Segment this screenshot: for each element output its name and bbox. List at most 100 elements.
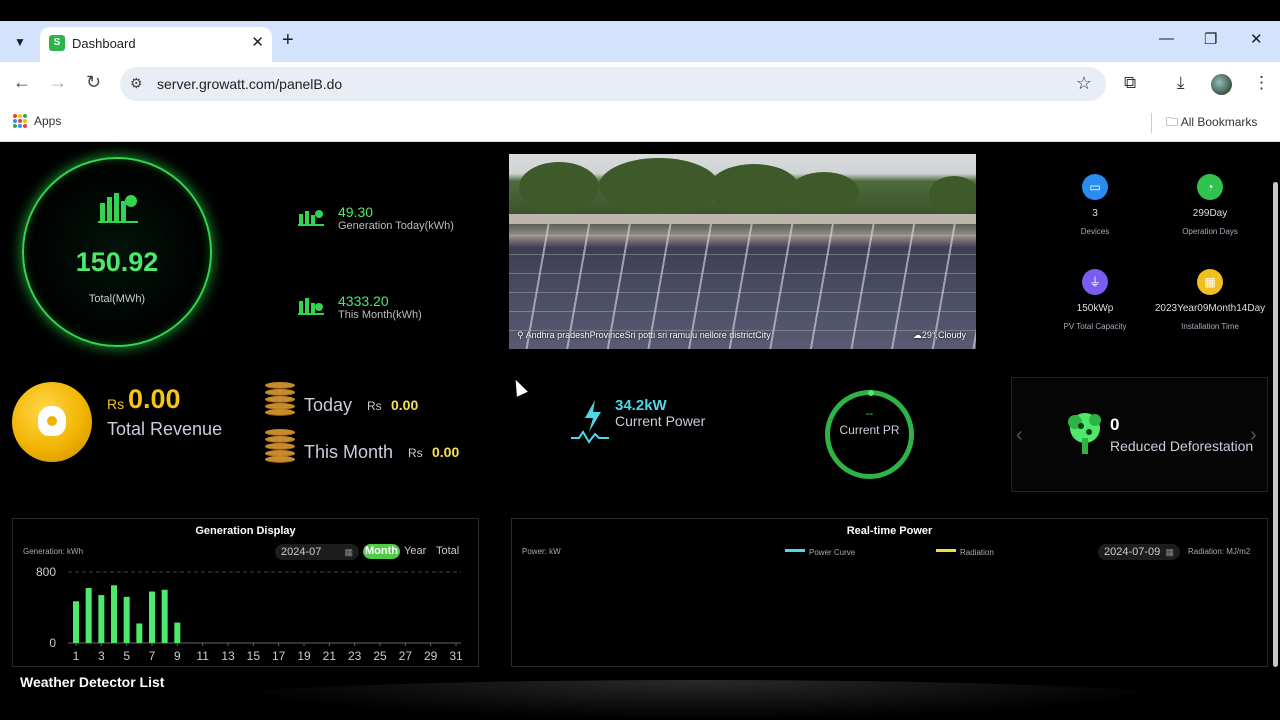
info-capacity: ⏚ 150kWp PV Total Capacity — [1030, 269, 1160, 331]
weather-text: 29°,Cloudy — [921, 330, 966, 340]
chart-x-tick-label: 3 — [98, 649, 105, 663]
carousel-next-icon[interactable]: › — [1250, 424, 1257, 447]
realtime-power-card: Real-time Power Power: kW Power Curve Ra… — [511, 518, 1268, 667]
chart-bar — [149, 591, 155, 643]
tab-strip: ▼ S Dashboard ✕ + — ❐ ✕ — [0, 21, 1280, 62]
chart-x-tick-label: 25 — [373, 649, 387, 663]
radiation-legend-label: Radiation — [960, 548, 994, 557]
close-window-icon[interactable]: ✕ — [1250, 30, 1263, 48]
reload-icon[interactable]: ↻ — [86, 72, 101, 93]
tree-icon — [1068, 413, 1101, 454]
month-currency: Rs — [408, 446, 423, 460]
chart-bar — [161, 589, 168, 643]
installation-value: 2023Year09Month14Day — [1154, 303, 1266, 314]
new-tab-icon[interactable]: + — [282, 29, 294, 52]
info-installation: ▦ 2023Year09Month14Day Installation Time — [1145, 269, 1275, 331]
total-generation-ring: 150.92 Total(MWh) — [22, 157, 212, 347]
month-value: 0.00 — [432, 444, 460, 460]
scrollbar[interactable] — [1273, 182, 1278, 667]
url-text[interactable]: server.growatt.com/panelB.do — [157, 76, 342, 92]
chart-settings-icon — [98, 193, 138, 223]
generation-month-stat: 4333.20 This Month(kWh) — [298, 293, 498, 327]
devices-label: Devices — [1080, 227, 1110, 236]
chart-x-tick-label: 1 — [73, 649, 80, 663]
info-operation-days: ◔ 299Day Operation Days — [1145, 174, 1275, 236]
generation-bar-chart: 80001 3 5 7 9 11 13 15 17 19 21 23 25 27 29 31 — [36, 565, 463, 663]
photo-roof — [509, 214, 976, 224]
forward-icon[interactable]: → — [49, 72, 67, 93]
chart-x-tick-label: 9 — [174, 649, 181, 663]
photo-tree — [599, 158, 719, 214]
current-pr-ring: -- Current PR — [825, 390, 914, 479]
power-unit-label: Power: kW — [522, 547, 561, 556]
tab-title: Dashboard — [72, 36, 136, 51]
realtime-date-picker[interactable]: 2024-07-09 ▦ — [1098, 544, 1180, 560]
deforestation-carousel: ‹ 0 Reduced Deforestation › — [1011, 377, 1268, 492]
coins-month-icon — [265, 429, 295, 463]
plant-weather: ☁29°,Cloudy — [913, 330, 966, 341]
folder-icon: 🗀 — [1166, 115, 1179, 129]
chart-bar — [98, 595, 105, 643]
dashboard-page: 150.92 Total(MWh) 49.30 Generation Today… — [0, 142, 1280, 720]
chart-bar — [111, 585, 117, 643]
chart-x-tick-label: 11 — [196, 649, 209, 663]
chart-x-tick-label: 27 — [399, 649, 413, 663]
profile-avatar[interactable] — [1211, 74, 1232, 95]
today-label: Today — [304, 395, 353, 415]
chart-y-tick-label: 800 — [36, 565, 56, 579]
bookmark-star-icon[interactable]: ☆ — [1076, 73, 1092, 94]
generation-month-value: 4333.20 — [338, 293, 389, 309]
apps-grid-icon[interactable] — [13, 114, 27, 128]
generation-today-icon — [298, 210, 324, 226]
bottom-decoration — [200, 680, 1200, 720]
device-icon: ▭ — [1082, 174, 1108, 200]
plant-location: ⚲ Andhra pradeshProvinceSri potti sri ra… — [517, 330, 771, 341]
chart-x-tick-label: 31 — [449, 649, 463, 663]
address-bar[interactable]: ⚙ server.growatt.com/panelB.do ☆ — [120, 67, 1106, 101]
realtime-date-text: 2024-07-09 — [1104, 546, 1161, 558]
close-tab-icon[interactable]: ✕ — [251, 33, 264, 51]
generation-month-icon — [298, 298, 324, 315]
installation-label: Installation Time — [1181, 322, 1239, 331]
current-pr-label: Current PR — [839, 423, 900, 437]
radiation-unit-label: Radiation: MJ/m2 — [1188, 547, 1251, 556]
operation-days-value: 299Day — [1192, 208, 1228, 219]
extensions-icon[interactable]: ⧉ — [1124, 73, 1136, 93]
chart-bar — [174, 622, 181, 643]
generation-display-card: Generation Display Generation: kWh 2024-… — [12, 518, 479, 667]
restore-icon[interactable]: ❐ — [1204, 30, 1217, 48]
current-pr-value: -- — [865, 408, 874, 420]
chart-y-tick-label: 0 — [49, 636, 56, 650]
download-icon[interactable]: ⤓ — [1177, 73, 1185, 93]
back-icon[interactable]: ← — [13, 72, 31, 93]
chart-bar — [73, 601, 79, 643]
all-bookmarks-link[interactable]: 🗀 All Bookmarks — [1166, 113, 1257, 134]
info-devices: ▭ 3 Devices — [1030, 174, 1160, 236]
chart-x-tick-label: 21 — [323, 649, 337, 663]
carousel-prev-icon[interactable]: ‹ — [1016, 424, 1023, 447]
chart-bar — [85, 587, 92, 643]
location-pin-icon: ⚲ — [517, 330, 524, 340]
cloud-icon: ☁ — [912, 330, 922, 340]
tab-search-icon[interactable]: ▼ — [8, 30, 32, 54]
generation-month-label: This Month(kWh) — [338, 309, 422, 321]
chart-x-tick-label: 7 — [149, 649, 156, 663]
site-info-icon[interactable]: ⚙ — [130, 75, 143, 92]
minimize-icon[interactable]: — — [1159, 30, 1174, 47]
capacity-value: 150kWp — [1076, 303, 1114, 314]
tab-dashboard[interactable]: S Dashboard ✕ — [40, 27, 272, 62]
power-curve-legend-swatch — [785, 549, 805, 552]
deforestation-label: Reduced Deforestation — [1110, 438, 1254, 454]
chart-x-tick-label: 15 — [247, 649, 261, 663]
pr-indicator-dot — [868, 390, 874, 396]
deforestation-value: 0 — [1110, 415, 1120, 434]
chart-x-tick-label: 23 — [348, 649, 362, 663]
photo-tree — [789, 172, 859, 212]
chart-x-tick-label: 13 — [221, 649, 235, 663]
menu-icon[interactable]: ⋮ — [1253, 73, 1270, 93]
chart-x-tick-label: 29 — [424, 649, 438, 663]
photo-tree — [709, 164, 799, 212]
total-value: 150.92 — [75, 247, 159, 277]
bag-shape — [38, 406, 66, 436]
apps-link[interactable]: Apps — [34, 114, 61, 128]
